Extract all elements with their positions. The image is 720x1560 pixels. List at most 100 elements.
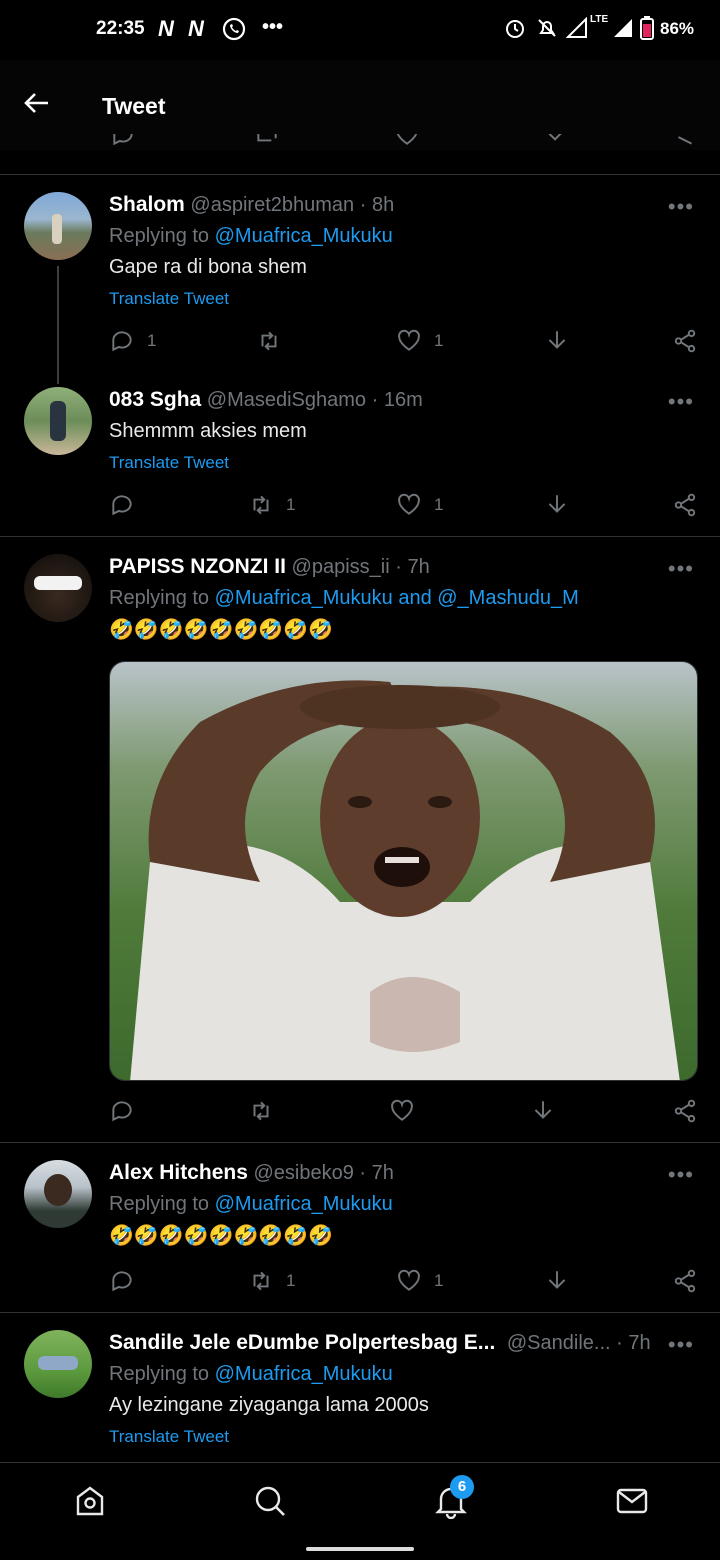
- handle[interactable]: @MasediSghamo: [207, 389, 366, 411]
- display-name[interactable]: PAPISS NZONZI II: [109, 555, 286, 578]
- tweet-photo[interactable]: [109, 661, 698, 1081]
- back-arrow-icon[interactable]: [22, 88, 52, 118]
- download-icon: [548, 1271, 566, 1289]
- gesture-home-bar[interactable]: [306, 1547, 414, 1551]
- download-button[interactable]: [544, 492, 570, 518]
- search-icon[interactable]: [252, 1483, 288, 1519]
- separator: ·: [371, 389, 379, 411]
- download-button[interactable]: [544, 1268, 570, 1294]
- status-bar: 22:35 N N ••• LTE 86%: [0, 0, 720, 60]
- tweet-actions: 1 1: [0, 322, 720, 362]
- share-button[interactable]: [672, 1098, 698, 1124]
- like-icon[interactable]: [394, 134, 420, 148]
- retweet-button[interactable]: 1: [248, 1268, 295, 1294]
- handle[interactable]: @papiss_ii: [292, 556, 390, 578]
- like-button[interactable]: 1: [396, 328, 443, 354]
- retweet-icon: [253, 1101, 269, 1121]
- more-options-icon[interactable]: •••: [668, 389, 694, 415]
- tweet-header: Sandile Jele eDumbe Polpertesbag E... @S…: [109, 1331, 651, 1355]
- share-icon[interactable]: [672, 134, 698, 148]
- like-button[interactable]: 1: [396, 492, 443, 518]
- avatar[interactable]: [24, 554, 92, 622]
- replying-to: Replying to @Muafrica_Mukuku: [109, 1363, 393, 1386]
- messages-icon[interactable]: [614, 1483, 650, 1519]
- retweet-button[interactable]: [248, 1098, 274, 1124]
- translate-link[interactable]: Translate Tweet: [109, 453, 229, 473]
- like-icon: [398, 493, 420, 515]
- more-options-icon[interactable]: •••: [668, 194, 694, 220]
- more-options-icon[interactable]: •••: [668, 1332, 694, 1358]
- mention-link[interactable]: @Muafrica_Mukuku: [215, 225, 393, 247]
- divider: [0, 536, 720, 537]
- mention-link[interactable]: @Muafrica_Mukuku: [215, 1363, 393, 1385]
- reply-icon: [112, 1271, 132, 1292]
- signal-icon: [566, 17, 587, 38]
- download-button[interactable]: [530, 1098, 556, 1124]
- reply-icon: [112, 1101, 132, 1122]
- download-icon: [548, 495, 566, 513]
- retweet-button[interactable]: 1: [248, 492, 295, 518]
- lte-label: LTE: [590, 14, 609, 25]
- share-icon: [674, 1269, 696, 1293]
- display-name[interactable]: Sandile Jele eDumbe Polpertesbag E...: [109, 1331, 495, 1354]
- share-icon: [674, 493, 696, 517]
- avatar[interactable]: [24, 387, 92, 455]
- download-icon[interactable]: [542, 134, 568, 148]
- avatar-figure: [38, 1356, 78, 1370]
- notification-n-icon: N: [158, 16, 174, 41]
- display-name[interactable]: Shalom: [109, 193, 185, 216]
- share-button[interactable]: [672, 328, 698, 354]
- share-icon: [674, 329, 696, 353]
- replying-label: Replying to: [109, 1363, 210, 1385]
- replying-to: Replying to @Muafrica_Mukuku: [109, 1193, 393, 1216]
- display-name[interactable]: 083 Sgha: [109, 388, 201, 411]
- retweet-button[interactable]: [256, 328, 294, 354]
- bottom-navigation: 6: [0, 1462, 720, 1560]
- avatar[interactable]: [24, 192, 92, 260]
- reply-button[interactable]: 1: [109, 328, 156, 354]
- retweet-icon: [261, 331, 277, 351]
- reply-icon[interactable]: [110, 134, 136, 148]
- share-button[interactable]: [672, 1268, 698, 1294]
- retweet-icon: [253, 495, 269, 515]
- reply-icon: [112, 495, 132, 516]
- mute-icon: [538, 19, 556, 37]
- divider: [0, 174, 720, 175]
- tweet-text: Shemmm aksies mem: [109, 420, 307, 442]
- avatar[interactable]: [24, 1330, 92, 1398]
- handle[interactable]: @aspiret2bhuman: [190, 194, 354, 216]
- more-options-icon[interactable]: •••: [668, 556, 694, 582]
- separator: ·: [395, 556, 402, 578]
- divider: [0, 1312, 720, 1313]
- timestamp: 7h: [371, 1162, 394, 1184]
- translate-link[interactable]: Translate Tweet: [109, 1427, 229, 1447]
- notifications-badge: 6: [450, 1475, 474, 1499]
- avatar-figure: [44, 1174, 72, 1206]
- handle[interactable]: @Sandile...: [507, 1332, 611, 1354]
- mention-link[interactable]: @Muafrica_Mukuku and @_Mashudu_M: [215, 587, 579, 609]
- replying-label: Replying to: [109, 1193, 210, 1215]
- like-button[interactable]: [389, 1098, 415, 1124]
- more-options-icon[interactable]: •••: [668, 1162, 694, 1188]
- display-name[interactable]: Alex Hitchens: [109, 1161, 248, 1184]
- retweet-icon[interactable]: [254, 134, 280, 148]
- battery-icon: [640, 16, 654, 40]
- battery-level: 86%: [660, 19, 695, 38]
- handle[interactable]: @esibeko9: [253, 1162, 353, 1184]
- mention-link[interactable]: @Muafrica_Mukuku: [215, 1193, 393, 1215]
- timestamp: 16m: [383, 389, 423, 411]
- share-button[interactable]: [672, 492, 698, 518]
- download-button[interactable]: [544, 328, 570, 354]
- reply-button[interactable]: [109, 1098, 135, 1124]
- avatar[interactable]: [24, 1160, 92, 1228]
- retweet-count: 1: [286, 495, 296, 514]
- replying-label: Replying to: [109, 587, 210, 609]
- reply-button[interactable]: [109, 492, 147, 518]
- home-icon[interactable]: [72, 1483, 108, 1519]
- translate-link[interactable]: Translate Tweet: [109, 289, 229, 309]
- separator: ·: [359, 1162, 367, 1184]
- avatar-figure: [50, 401, 66, 441]
- more-notifications-icon: •••: [262, 16, 284, 38]
- reply-button[interactable]: [109, 1268, 147, 1294]
- like-button[interactable]: 1: [396, 1268, 443, 1294]
